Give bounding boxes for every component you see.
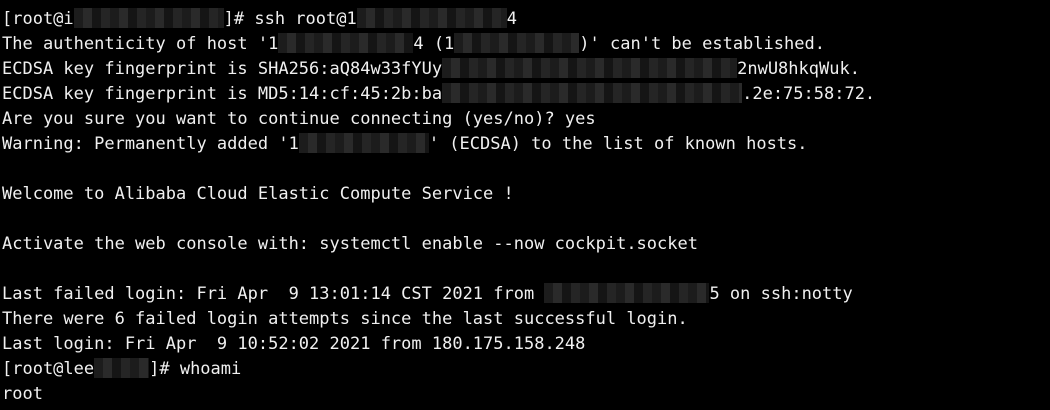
command-output-line: root xyxy=(2,382,1050,407)
terminal-text: Last failed login: Fri Apr 9 13:01:14 CS… xyxy=(2,284,545,304)
terminal-text: Warning: Permanently added '1 xyxy=(2,134,299,154)
redacted-region xyxy=(442,82,743,103)
terminal-text: [root@lee xyxy=(2,359,95,379)
failed-attempts-line: There were 6 failed login attempts since… xyxy=(2,307,1050,332)
terminal-text: Last login: Fri Apr 9 10:52:02 2021 from… xyxy=(2,334,586,354)
terminal-text: 2nwU8hkqWuk. xyxy=(737,59,860,79)
terminal-text: Are you sure you want to continue connec… xyxy=(2,109,596,129)
terminal-window[interactable]: [root@i ]# ssh root@1 4 The authenticity of… xyxy=(0,0,1050,410)
sha256-fingerprint-line: ECDSA key fingerprint is SHA256:aQ84w33f… xyxy=(2,57,1050,82)
terminal-text: ]# whoami xyxy=(149,359,242,379)
terminal-text: [root@i xyxy=(2,9,74,29)
terminal-text: .2e:75:58:72. xyxy=(742,84,876,104)
last-failed-login-line: Last failed login: Fri Apr 9 13:01:14 CS… xyxy=(2,282,1050,307)
prompt-whoami-line: [root@lee ]# whoami xyxy=(2,357,1050,382)
terminal-text: ]# ssh root@1 xyxy=(223,9,357,29)
terminal-text: 4 xyxy=(506,9,517,29)
redacted-region xyxy=(278,32,414,53)
web-console-hint-line: Activate the web console with: systemctl… xyxy=(2,232,1050,257)
redacted-region xyxy=(356,7,507,28)
terminal-text: ECDSA key fingerprint is MD5:14:cf:45:2b… xyxy=(2,84,443,104)
known-hosts-warning-line: Warning: Permanently added '1 ' (ECDSA) t… xyxy=(2,132,1050,157)
terminal-text: The authenticity of host '1 xyxy=(2,34,279,54)
redacted-region xyxy=(544,282,710,303)
redacted-region xyxy=(298,132,429,153)
redacted-region xyxy=(94,357,150,378)
redacted-region xyxy=(454,32,580,53)
confirm-connect-line: Are you sure you want to continue connec… xyxy=(2,107,1050,132)
terminal-text: Welcome to Alibaba Cloud Elastic Compute… xyxy=(2,184,514,204)
welcome-message-line: Welcome to Alibaba Cloud Elastic Compute… xyxy=(2,182,1050,207)
prompt-ssh-command-line: [root@i ]# ssh root@1 4 xyxy=(2,7,1050,32)
terminal-text: Activate the web console with: systemctl… xyxy=(2,234,698,254)
terminal-text: ECDSA key fingerprint is SHA256:aQ84w33f… xyxy=(2,59,443,79)
terminal-text: )' can't be established. xyxy=(579,34,825,54)
last-login-line: Last login: Fri Apr 9 10:52:02 2021 from… xyxy=(2,332,1050,357)
terminal-text: 5 on ssh:notty xyxy=(709,284,853,304)
terminal-text: 4 (1 xyxy=(413,34,455,54)
terminal-text: There were 6 failed login attempts since… xyxy=(2,309,688,329)
authenticity-warning-line: The authenticity of host '1 4 (1 )' can't … xyxy=(2,32,1050,57)
terminal-text: ' (ECDSA) to the list of known hosts. xyxy=(428,134,808,154)
terminal-text: root xyxy=(2,384,43,404)
redacted-region xyxy=(73,7,224,28)
redacted-region xyxy=(442,57,738,78)
md5-fingerprint-line: ECDSA key fingerprint is MD5:14:cf:45:2b… xyxy=(2,82,1050,107)
